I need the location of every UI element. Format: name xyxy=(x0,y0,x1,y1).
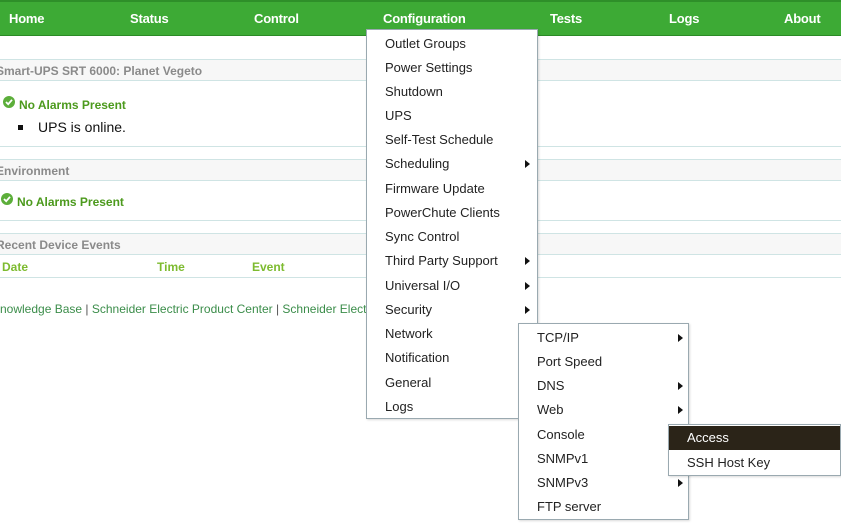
menu-item-security[interactable]: Security xyxy=(367,298,537,322)
menu-item-power-settings[interactable]: Power Settings xyxy=(367,56,537,80)
menu-item-dns[interactable]: DNS xyxy=(519,374,688,398)
menu-item-self-test-schedule[interactable]: Self-Test Schedule xyxy=(367,128,537,152)
ups-section-title: Smart-UPS SRT 6000: Planet Vegeto xyxy=(0,64,203,78)
events-section-title: Recent Device Events xyxy=(0,238,121,252)
submenu-arrow-icon xyxy=(525,306,530,314)
submenu-arrow-icon xyxy=(525,282,530,290)
footer-links: Knowledge Base | Schneider Electric Prod… xyxy=(0,302,370,316)
check-icon xyxy=(1,193,13,205)
menu-item-powerchute-clients[interactable]: PowerChute Clients xyxy=(367,201,537,225)
submenu-arrow-icon xyxy=(525,160,530,168)
menu-item-snmpv1[interactable]: SNMPv1 xyxy=(519,447,688,471)
submenu-arrow-icon xyxy=(678,406,683,414)
menu-item-third-party-support[interactable]: Third Party Support xyxy=(367,249,537,273)
menu-item-logs[interactable]: Logs xyxy=(367,395,537,419)
footer-link-knowledge-base[interactable]: Knowledge Base xyxy=(0,302,82,316)
environment-alarm-status: No Alarms Present xyxy=(17,195,124,209)
submenu-arrow-icon xyxy=(525,257,530,265)
nav-control[interactable]: Control xyxy=(254,11,299,26)
environment-section-title: Environment xyxy=(0,164,70,178)
submenu-arrow-icon xyxy=(678,382,683,390)
configuration-menu: Outlet Groups Power Settings Shutdown UP… xyxy=(366,29,538,419)
nav-about[interactable]: About xyxy=(784,11,821,26)
menu-item-console[interactable]: Console xyxy=(519,423,688,447)
network-submenu: TCP/IP Port Speed DNS Web Console SNMPv1… xyxy=(518,323,689,520)
nav-logs[interactable]: Logs xyxy=(669,11,699,26)
footer-link-schneider[interactable]: Schneider Electr xyxy=(282,302,370,316)
console-submenu: Access SSH Host Key xyxy=(668,424,841,476)
ups-status-message: UPS is online. xyxy=(38,119,126,135)
nav-home[interactable]: Home xyxy=(9,11,45,26)
menu-item-firmware-update[interactable]: Firmware Update xyxy=(367,177,537,201)
menu-item-ssh-host-key[interactable]: SSH Host Key xyxy=(669,451,840,475)
bullet-marker xyxy=(18,125,23,130)
check-icon xyxy=(3,96,15,108)
menu-item-access[interactable]: Access xyxy=(669,426,840,450)
menu-item-scheduling[interactable]: Scheduling xyxy=(367,152,537,176)
submenu-arrow-icon xyxy=(678,334,683,342)
menu-item-universal-io[interactable]: Universal I/O xyxy=(367,274,537,298)
menu-item-ftp-server[interactable]: FTP server xyxy=(519,495,688,519)
menu-item-general[interactable]: General xyxy=(367,371,537,395)
menu-item-tcpip[interactable]: TCP/IP xyxy=(519,326,688,350)
nav-configuration[interactable]: Configuration xyxy=(383,11,466,26)
menu-item-web[interactable]: Web xyxy=(519,398,688,422)
events-column-event: Event xyxy=(252,260,285,274)
nav-tests[interactable]: Tests xyxy=(550,11,582,26)
submenu-arrow-icon xyxy=(678,479,683,487)
nav-status[interactable]: Status xyxy=(130,11,169,26)
events-column-time: Time xyxy=(157,260,185,274)
menu-item-sync-control[interactable]: Sync Control xyxy=(367,225,537,249)
footer-link-product-center[interactable]: Schneider Electric Product Center xyxy=(92,302,273,316)
menu-item-outlet-groups[interactable]: Outlet Groups xyxy=(367,32,537,56)
menu-item-network[interactable]: Network xyxy=(367,322,537,346)
menu-item-notification[interactable]: Notification xyxy=(367,346,537,370)
menu-item-port-speed[interactable]: Port Speed xyxy=(519,350,688,374)
menu-item-snmpv3[interactable]: SNMPv3 xyxy=(519,471,688,495)
menu-item-shutdown[interactable]: Shutdown xyxy=(367,80,537,104)
menu-item-ups[interactable]: UPS xyxy=(367,104,537,128)
ups-alarm-status: No Alarms Present xyxy=(19,98,126,112)
events-column-date: Date xyxy=(2,260,29,274)
